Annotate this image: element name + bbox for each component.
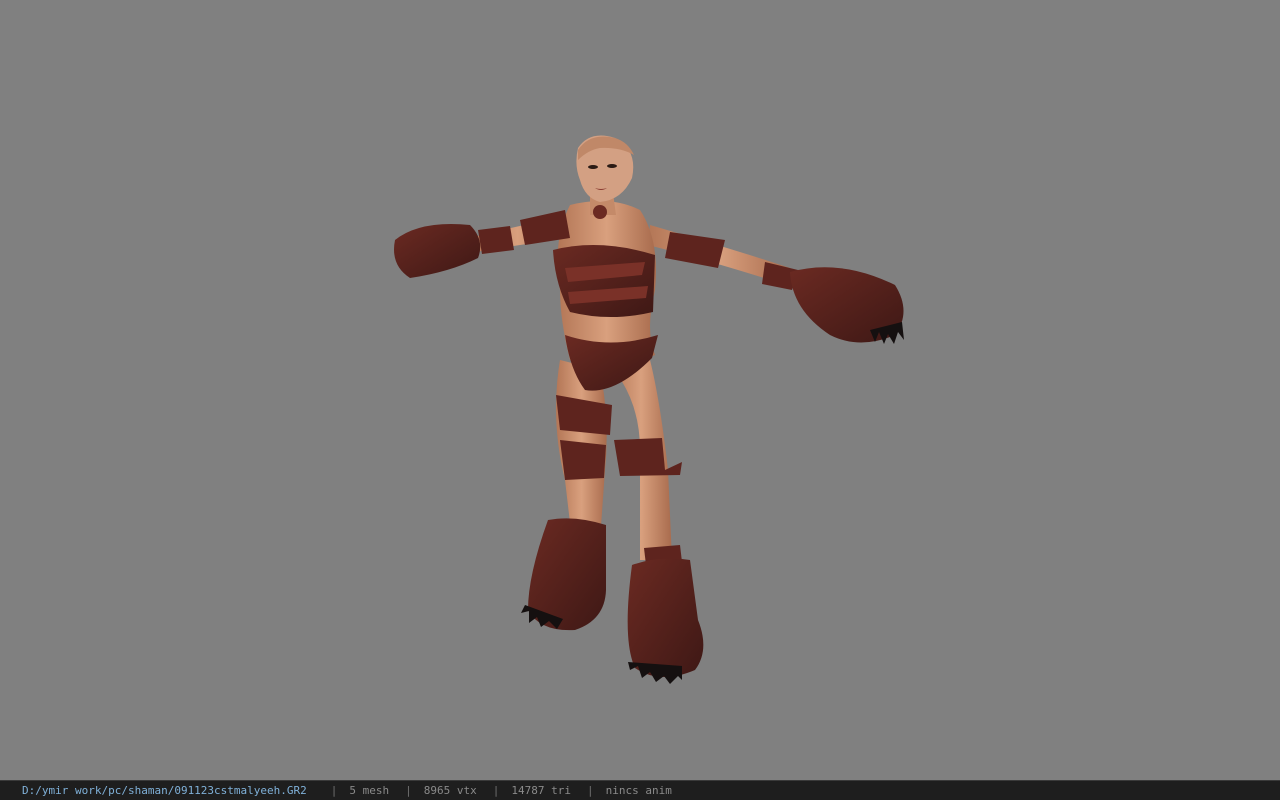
status-bar: D:/ymir work/pc/shaman/091123cstmalyeeh.… — [0, 780, 1280, 800]
necklace-pendant — [593, 205, 607, 219]
separator: | — [405, 784, 412, 797]
left-wrist-band — [478, 226, 514, 254]
right-boot — [627, 558, 704, 678]
mesh-count: 5 mesh — [349, 784, 390, 797]
animation-status: nincs anim — [605, 784, 672, 797]
eye-left — [588, 165, 598, 169]
character-model — [394, 135, 904, 684]
separator: | — [330, 784, 338, 797]
right-knee-wrap — [614, 438, 682, 476]
3d-viewport[interactable] — [0, 0, 1280, 780]
left-knee-wrap — [560, 440, 606, 480]
vertex-count: 8965 vtx — [423, 784, 477, 797]
right-upper-armband — [665, 232, 725, 268]
eye-right — [607, 164, 617, 168]
left-glove — [394, 224, 481, 278]
file-path: D:/ymir work/pc/shaman/091123cstmalyeeh.… — [22, 784, 307, 797]
separator: | — [587, 784, 594, 797]
triangle-count: 14787 tri — [511, 784, 571, 797]
separator: | — [492, 784, 500, 797]
